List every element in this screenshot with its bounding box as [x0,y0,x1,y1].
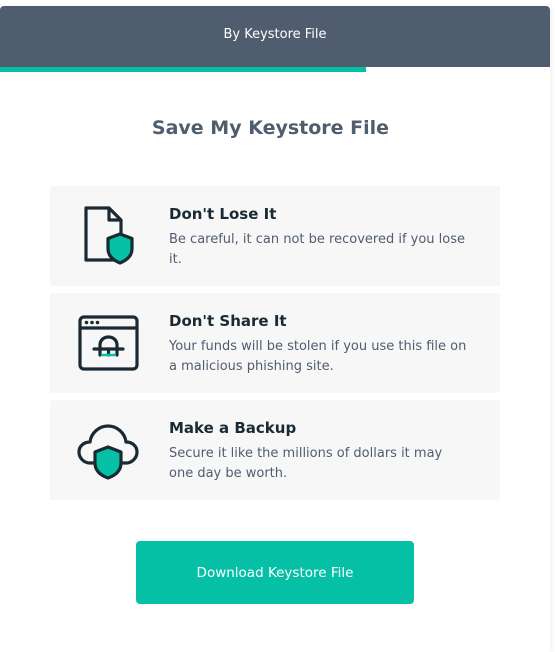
file-shield-icon [84,206,134,265]
tip-description: Secure it like the millions of dollars i… [169,446,443,481]
tip-dont-lose: Don't Lose It Be careful, it can not be … [50,186,500,286]
tip-description: Your funds will be stolen if you use thi… [169,339,467,374]
tip-dont-share: Don't Share It Your funds will be stolen… [50,293,500,393]
page-title: Save My Keystore File [151,117,390,139]
tip-title: Make a Backup [169,419,297,437]
tip-title: Don't Lose It [169,205,277,223]
tip-backup: Make a Backup Secure it like the million… [50,400,500,500]
progress-fill [0,67,366,72]
phishing-browser-icon [78,315,139,371]
tip-description: Be careful, it can not be recovered if y… [169,232,466,267]
download-keystore-button[interactable]: Download Keystore File [136,541,414,604]
cloud-shield-icon [77,424,139,480]
progress-bar [0,67,550,72]
header-bar: By Keystore File [0,6,550,67]
header-title: By Keystore File [223,27,327,42]
tip-title: Don't Share It [169,312,287,330]
